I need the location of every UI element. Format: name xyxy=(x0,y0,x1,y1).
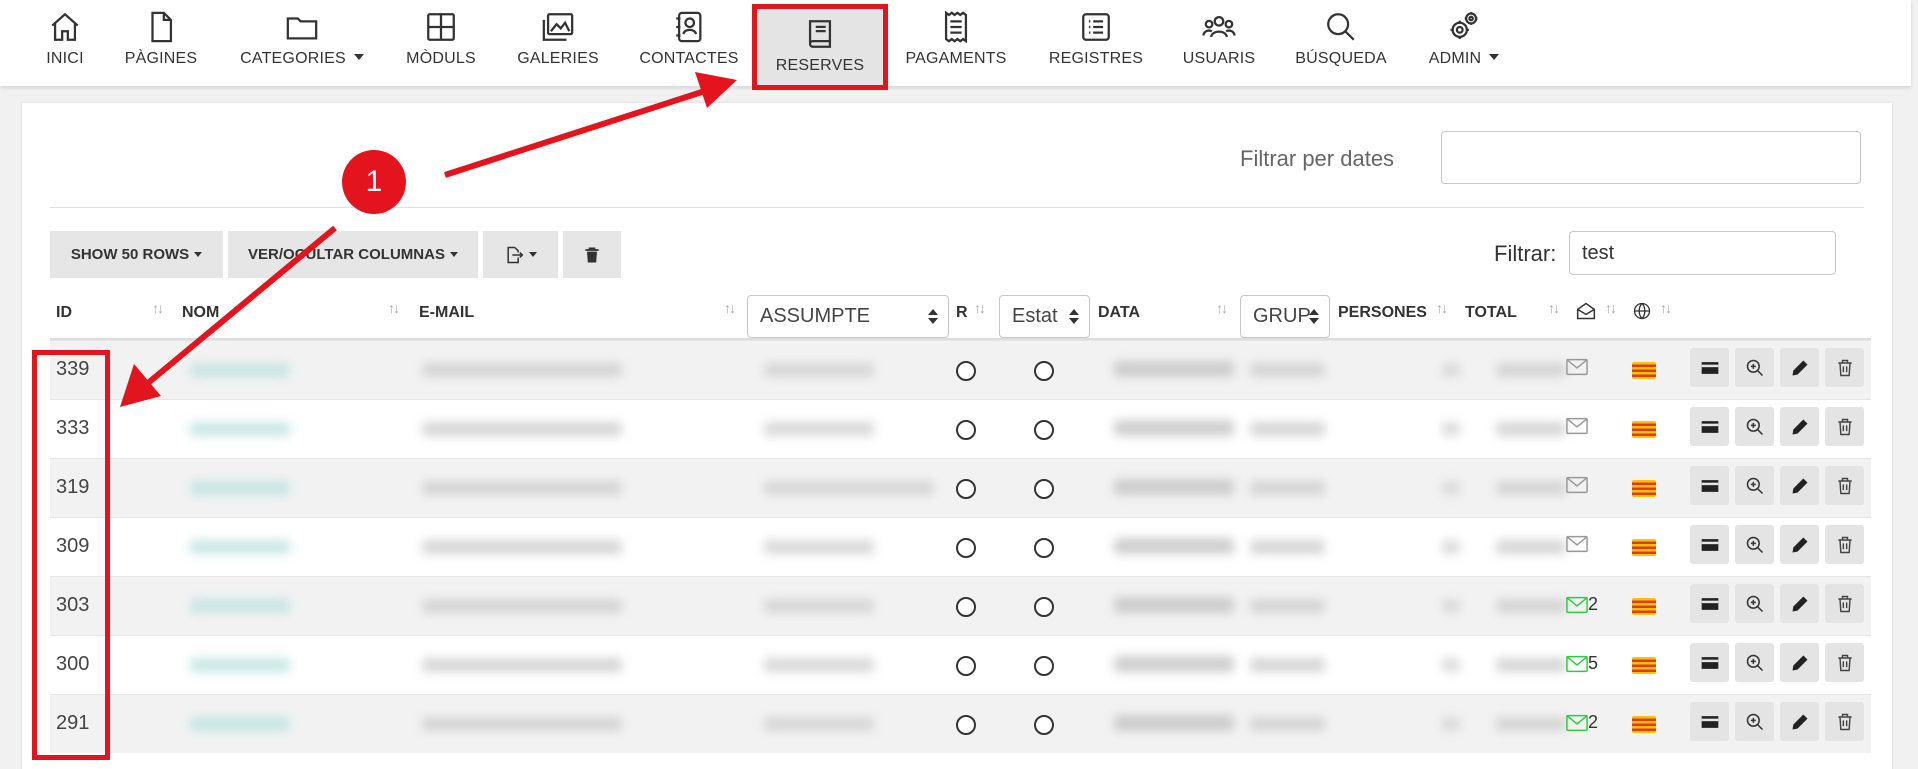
annotation-arrows xyxy=(120,72,737,407)
step-number-badge: 1 xyxy=(342,150,406,214)
